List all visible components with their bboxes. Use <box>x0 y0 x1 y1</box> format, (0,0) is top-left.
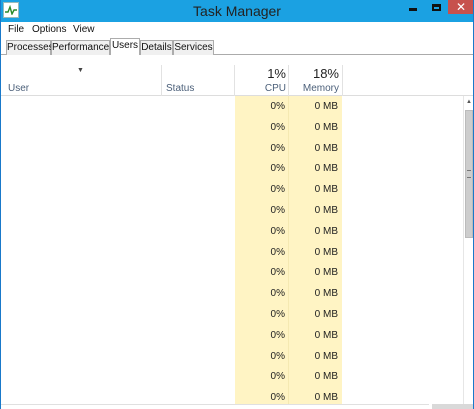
tab-strip: Processes Performance Users Details Serv… <box>1 38 473 55</box>
memory-cell: 0 MB <box>314 350 338 362</box>
tab-performance[interactable]: Performance <box>51 40 110 55</box>
column-divider[interactable] <box>342 65 343 96</box>
table-row[interactable]: 0% 0 MB <box>1 117 463 138</box>
memory-cell: 0 MB <box>314 225 338 237</box>
minimize-icon <box>409 7 417 11</box>
table-rows: 0% 0 MB 0% 0 MB 0% 0 MB 0% 0 MB 0% 0 MB 0% 0 MB 0% 0 … <box>1 96 463 408</box>
table-row[interactable]: 0% 0 MB <box>1 96 463 117</box>
cpu-cell: 0% <box>270 267 285 279</box>
cpu-cell: 0% <box>270 121 285 133</box>
cpu-cell: 0% <box>270 204 285 216</box>
table-row[interactable]: 0% 0 MB <box>1 179 463 200</box>
maximize-icon <box>431 3 441 11</box>
memory-cell: 0 MB <box>314 267 338 279</box>
table-row[interactable]: 0% 0 MB <box>1 242 463 263</box>
table-row[interactable]: 0% 0 MB <box>1 262 463 283</box>
tab-processes[interactable]: Processes <box>6 40 54 55</box>
memory-cell: 0 MB <box>314 246 338 258</box>
cpu-cell: 0% <box>270 184 285 196</box>
scroll-up-icon[interactable]: ▲ <box>465 98 473 106</box>
table-row[interactable]: 0% 0 MB <box>1 283 463 304</box>
table-row[interactable]: 0% 0 MB <box>1 325 463 346</box>
column-divider[interactable] <box>161 65 162 96</box>
close-icon: ✕ <box>455 0 467 14</box>
cpu-cell: 0% <box>270 371 285 383</box>
cpu-cell: 0% <box>270 288 285 300</box>
tab-details[interactable]: Details <box>140 40 173 55</box>
column-divider[interactable] <box>234 65 235 96</box>
memory-cell: 0 MB <box>314 101 338 112</box>
memory-cell: 0 MB <box>314 392 338 404</box>
cpu-cell: 0% <box>270 225 285 237</box>
memory-cell: 0 MB <box>314 163 338 175</box>
cpu-cell: 0% <box>270 142 285 154</box>
users-table-body: 0% 0 MB 0% 0 MB 0% 0 MB 0% 0 MB 0% 0 MB 0% 0 MB 0% 0 … <box>1 96 463 409</box>
memory-label: Memory <box>302 83 339 94</box>
menu-options[interactable]: Options <box>32 24 66 36</box>
close-button[interactable]: ✕ <box>448 0 473 14</box>
memory-cell: 0 MB <box>314 288 338 300</box>
table-row[interactable]: 0% 0 MB <box>1 138 463 159</box>
cpu-label: CPU <box>264 83 286 94</box>
table-row[interactable]: 0% 0 MB <box>1 221 463 242</box>
memory-cell: 0 MB <box>314 184 338 196</box>
cpu-cell: 0% <box>270 329 285 341</box>
scrollbar-grip-icon <box>467 170 471 178</box>
column-header-status[interactable]: Status <box>166 83 194 94</box>
memory-cell: 0 MB <box>314 371 338 383</box>
cpu-cell: 0% <box>270 246 285 258</box>
memory-cell: 0 MB <box>314 121 338 133</box>
horizontal-divider <box>1 404 429 405</box>
tab-users[interactable]: Users <box>110 38 140 55</box>
memory-cell: 0 MB <box>314 329 338 341</box>
cpu-cell: 0% <box>270 163 285 175</box>
cpu-cell: 0% <box>270 392 285 404</box>
column-header-user[interactable]: User <box>8 83 29 94</box>
table-row[interactable]: 0% 0 MB <box>1 158 463 179</box>
status-region <box>432 404 473 409</box>
minimize-button[interactable] <box>403 0 423 14</box>
column-divider[interactable] <box>288 65 289 96</box>
table-row[interactable]: 0% 0 MB <box>1 366 463 387</box>
table-header: ▼ User Status 1% CPU 18% Memory <box>1 55 473 96</box>
task-manager-window: Task Manager ✕ File Options View Process… <box>0 0 474 409</box>
title-bar[interactable]: Task Manager ✕ <box>1 0 473 22</box>
memory-cell: 0 MB <box>314 142 338 154</box>
cpu-cell: 0% <box>270 101 285 112</box>
table-row[interactable]: 0% 0 MB <box>1 304 463 325</box>
maximize-button[interactable] <box>425 0 447 14</box>
scrollbar-thumb[interactable] <box>465 110 473 238</box>
vertical-scrollbar[interactable]: ▲ <box>463 96 473 409</box>
cpu-cell: 0% <box>270 350 285 362</box>
cpu-cell: 0% <box>270 308 285 320</box>
memory-total-percent: 18% <box>312 66 339 81</box>
menu-bar: File Options View <box>1 22 473 38</box>
table-row[interactable]: 0% 0 MB <box>1 346 463 367</box>
sort-down-icon[interactable]: ▼ <box>77 67 84 74</box>
memory-cell: 0 MB <box>314 308 338 320</box>
table-row[interactable]: 0% 0 MB <box>1 200 463 221</box>
menu-file[interactable]: File <box>8 24 24 36</box>
tab-services[interactable]: Services <box>173 40 214 55</box>
cpu-total-percent: 1% <box>267 66 286 81</box>
menu-view[interactable]: View <box>73 24 95 36</box>
memory-cell: 0 MB <box>314 204 338 216</box>
